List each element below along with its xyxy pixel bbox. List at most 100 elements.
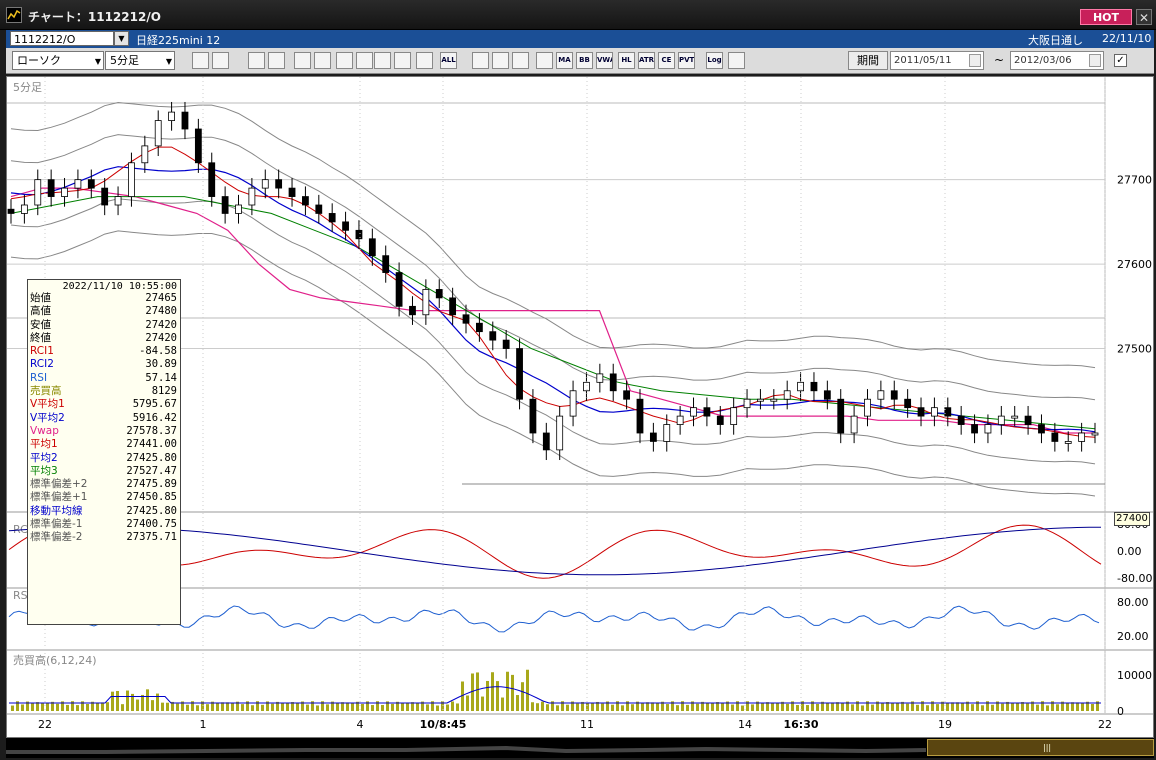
crosshair-icon[interactable] — [212, 52, 229, 69]
volume-bar — [346, 702, 349, 711]
atr-icon-label: ATR — [639, 56, 655, 64]
candle-body — [1078, 432, 1086, 442]
candle-body — [74, 179, 82, 189]
volume-bar — [541, 701, 544, 711]
volume-bar — [216, 703, 219, 711]
volume-bar — [1046, 705, 1049, 711]
candle-body — [529, 398, 537, 434]
volume-bar — [916, 704, 919, 711]
data-window-value: 27578.37 — [126, 424, 177, 437]
ce-icon[interactable]: CE — [658, 52, 675, 69]
ma-icon[interactable]: MA — [556, 52, 573, 69]
search-icon[interactable] — [192, 52, 209, 69]
volume-bar — [1001, 703, 1004, 711]
pvt-icon[interactable]: PVT — [678, 52, 695, 69]
volume-bar — [121, 704, 124, 711]
quick-icon[interactable] — [268, 52, 285, 69]
title-bar[interactable]: チャート：1112212/O HOT ✕ — [0, 0, 1156, 30]
volume-bar — [326, 704, 329, 711]
volume-bar — [161, 702, 164, 711]
close-button[interactable]: ✕ — [1136, 9, 1152, 25]
symbol-code-input[interactable]: 1112212/O — [10, 31, 114, 46]
volume-bar — [576, 703, 579, 711]
bb-icon[interactable]: BB — [576, 52, 593, 69]
volume-bar — [751, 704, 754, 711]
candle-body — [569, 390, 577, 417]
volume-bar — [731, 704, 734, 711]
export-icon[interactable] — [728, 52, 745, 69]
grip-icon[interactable]: ||| — [1043, 743, 1051, 752]
date-from-field[interactable]: 2011/05/11 — [890, 51, 984, 70]
alert-icon[interactable] — [314, 52, 331, 69]
zoom-icon[interactable] — [248, 52, 265, 69]
candle-body — [342, 221, 349, 231]
vwap-icon[interactable]: VWAP — [596, 52, 613, 69]
candle-body — [703, 407, 711, 417]
cursor-icon[interactable] — [356, 52, 373, 69]
candle-body — [609, 373, 617, 392]
candle-select-icon[interactable] — [394, 52, 411, 69]
interval-value: 5分足 — [110, 54, 139, 67]
candle-body — [623, 390, 631, 400]
data-window-label: 標準偏差-1 — [30, 518, 83, 531]
candle-body — [770, 398, 778, 402]
fill-icon[interactable] — [472, 52, 489, 69]
chevron-down-icon: ▼ — [165, 57, 172, 66]
candle-body — [783, 390, 791, 400]
candle-body — [864, 398, 871, 417]
volume-bar — [641, 703, 644, 711]
volume-bar — [1011, 702, 1014, 711]
interval-select[interactable]: 5分足 ▼ — [105, 51, 175, 70]
volume-bar — [66, 704, 69, 711]
data-window-value: 27425.80 — [126, 504, 177, 517]
atr-icon[interactable]: ATR — [638, 52, 655, 69]
period-button[interactable]: 期間 — [848, 51, 888, 70]
time-tick-label: 16:30 — [783, 718, 818, 731]
chart-area[interactable]: 2770027600275005分足RCIRSI(14)売買高(6,12,24)… — [6, 76, 1154, 738]
navigator-thumb[interactable] — [927, 739, 1154, 756]
rsi-tick-label: 20.00 — [1117, 630, 1149, 643]
calendar-icon[interactable] — [969, 54, 981, 67]
symbol-dropdown-button[interactable]: ▼ — [114, 31, 129, 46]
candle-body — [475, 322, 483, 333]
volume-bar — [306, 704, 309, 711]
color-icon[interactable] — [512, 52, 529, 69]
candle-body — [328, 213, 336, 223]
candle-body — [235, 204, 242, 214]
volume-bar — [371, 705, 374, 711]
volume-bar — [861, 705, 864, 711]
data-window-rows: 始値 27465 高値 27480 安値 27420 終値 27420 RCI1 -84.58 RC… — [28, 292, 180, 545]
data-window-label: RCI1 — [30, 345, 54, 358]
navigator-scrollbar[interactable]: ||| — [6, 738, 1154, 758]
hot-button[interactable]: HOT — [1080, 9, 1132, 25]
calendar-icon[interactable] — [1089, 54, 1101, 67]
log-icon[interactable]: Log — [706, 52, 723, 69]
volume-bar — [116, 690, 119, 711]
candle-body — [208, 162, 216, 197]
brush-icon[interactable] — [492, 52, 509, 69]
volume-bar — [1071, 702, 1074, 711]
volume-bar — [991, 704, 994, 711]
date-to-field[interactable]: 2012/03/06 — [1010, 51, 1104, 70]
table-icon[interactable] — [536, 52, 553, 69]
all-icon[interactable]: ALL — [440, 52, 457, 69]
volume-bar — [556, 705, 559, 711]
time-tick-label: 10/8:45 — [420, 718, 467, 731]
bar-select-icon[interactable] — [416, 52, 433, 69]
undo-icon[interactable] — [374, 52, 391, 69]
candle-body — [114, 196, 122, 206]
candlestick-icon[interactable] — [294, 52, 311, 69]
apply-checkbox[interactable]: ✓ — [1114, 54, 1127, 67]
hl-icon[interactable]: HL — [618, 52, 635, 69]
candle-body — [984, 424, 992, 434]
candle-body — [810, 381, 818, 392]
chart-type-select[interactable]: ローソク ▼ — [12, 51, 104, 70]
volume-bar — [21, 704, 24, 711]
candle-body — [690, 407, 697, 417]
candle-body — [997, 415, 1005, 425]
volume-bar — [406, 702, 409, 711]
data-window: 2022/11/10 10:55:00 始値 27465 高値 27480 安値 2742… — [27, 279, 181, 625]
pen-icon[interactable] — [336, 52, 353, 69]
data-window-row: 安値 27420 — [28, 319, 180, 332]
volume-bar — [776, 702, 779, 711]
